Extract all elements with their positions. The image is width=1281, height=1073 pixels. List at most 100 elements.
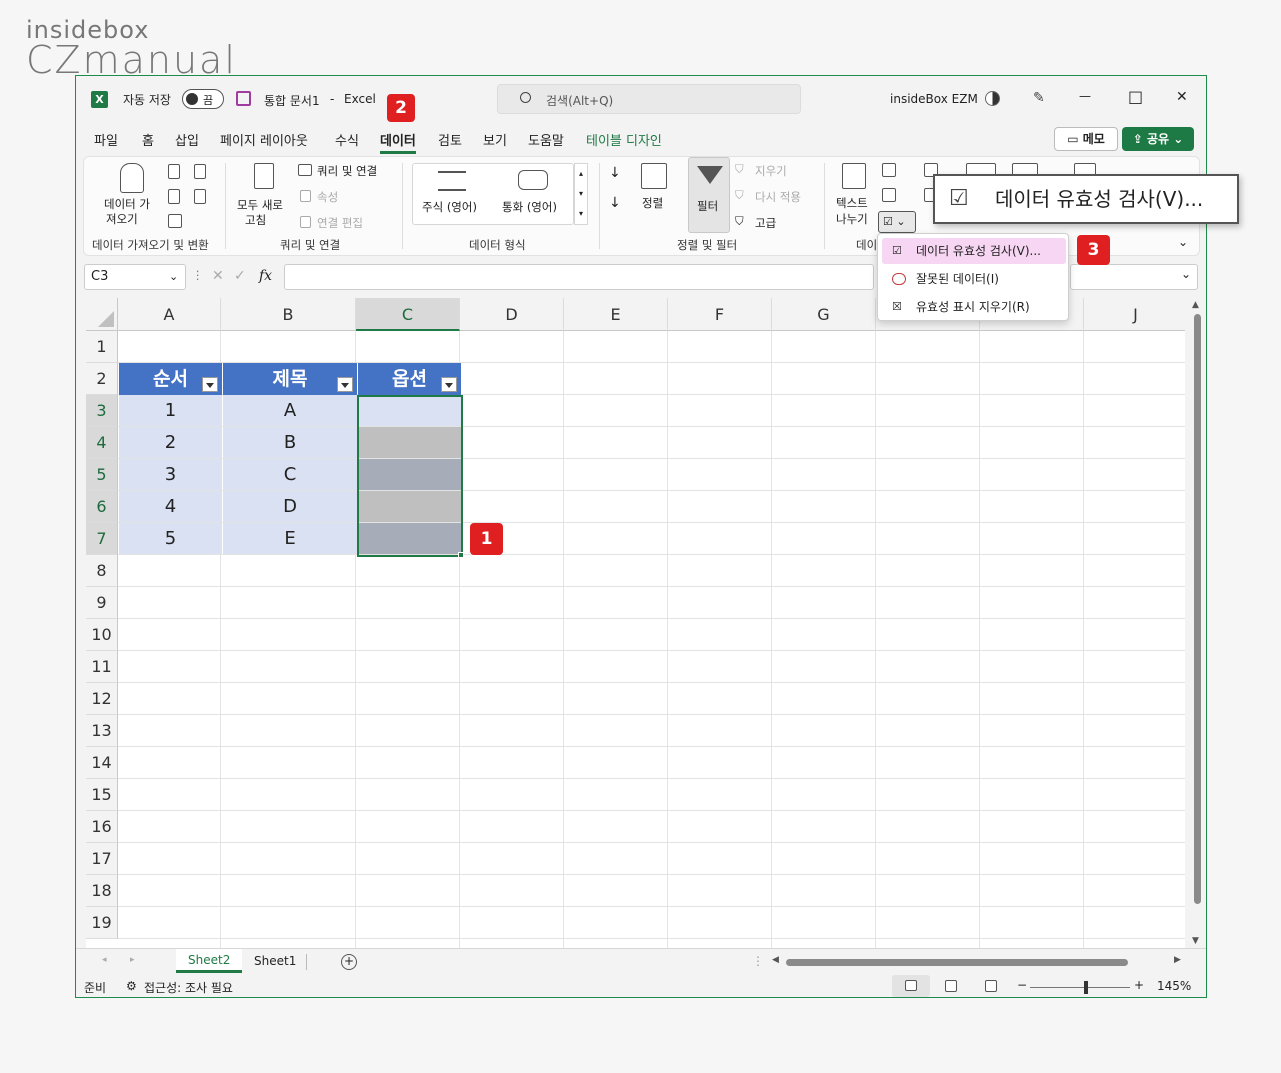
row-header-5[interactable]: 5 [86,459,118,491]
zoom-level[interactable]: 145% [1157,979,1191,993]
row-header-6[interactable]: 6 [86,491,118,523]
hscroll-left-icon[interactable]: ◀ [772,955,779,965]
table-cell[interactable]: 5 [119,523,222,554]
accessibility-status[interactable]: 접근성: 조사 필요 [144,979,233,996]
minimize-button[interactable]: — [1079,89,1091,103]
table-cell[interactable]: C [223,459,357,490]
row-header-4[interactable]: 4 [86,427,118,459]
memo-button[interactable]: ▭ 메모 [1054,127,1118,151]
from-web-icon[interactable] [194,164,206,179]
sheet-tab-active[interactable]: Sheet2 [176,949,242,973]
tab-scroll-right-icon[interactable]: ▸ [130,955,135,965]
tab-help[interactable]: 도움말 [528,130,564,149]
tab-review[interactable]: 검토 [438,130,462,149]
ribbon-collapse-icon[interactable]: ⌄ [1178,235,1188,249]
vertical-scroll-thumb[interactable] [1194,314,1201,904]
close-button[interactable]: ✕ [1176,89,1188,105]
tab-table-design[interactable]: 테이블 디자인 [586,130,662,149]
hscroll-right-icon[interactable]: ▶ [1174,955,1181,965]
row-header-8[interactable]: 8 [86,555,118,587]
pen-icon[interactable]: ✎ [1033,90,1049,106]
sort-ascending-icon[interactable]: ↓ [609,165,621,181]
table-cell[interactable]: E [223,523,357,554]
tab-view[interactable]: 보기 [483,130,507,149]
row-header-10[interactable]: 10 [86,619,118,651]
name-box[interactable]: C3 ⌄ [84,264,186,290]
tab-file[interactable]: 파일 [94,130,118,149]
formula-bar-options-icon[interactable]: ⋮ [192,268,204,282]
search-box[interactable]: 검색(Alt+Q) [497,84,801,114]
autosave-toggle[interactable]: 끔 [182,89,224,109]
accessibility-icon[interactable]: ⚙ [126,979,137,993]
remove-duplicates-icon[interactable] [882,188,896,202]
table-cell[interactable]: A [223,395,357,426]
row-header-1[interactable]: 1 [86,331,118,363]
row-header-18[interactable]: 18 [86,875,118,907]
sheet-tab-sheet1[interactable]: Sheet1 [254,954,296,968]
gallery-scroll[interactable]: ▴ ▾ ▾ [574,163,588,225]
row-header-11[interactable]: 11 [86,651,118,683]
row-header-7[interactable]: 7 [86,523,118,555]
flash-fill-icon[interactable] [882,163,896,177]
scroll-up-icon[interactable]: ▲ [1192,300,1199,310]
edit-links-button[interactable]: 연결 편집 [317,215,363,231]
properties-button[interactable]: 속성 [317,189,338,205]
row-header-3[interactable]: 3 [86,395,118,427]
row-header-16[interactable]: 16 [86,811,118,843]
table-cell[interactable]: 2 [119,427,222,458]
tab-formulas[interactable]: 수식 [335,130,359,149]
filter-dropdown-icon[interactable] [202,377,218,392]
worksheet-grid[interactable]: ABCDEFGHIJ 12345678910111213141516171819… [86,298,1185,948]
table-cell[interactable]: 4 [119,491,222,522]
stocks-button[interactable]: 주식 (영어) [422,199,477,215]
column-header-d[interactable]: D [460,298,564,331]
sort-button[interactable]: 정렬 [642,195,663,211]
formula-input-right[interactable]: ⌄ [1070,264,1198,290]
clear-filter-button[interactable]: 지우기 [755,163,787,179]
zoom-out-button[interactable]: − [1017,978,1027,992]
filter-dropdown-icon[interactable] [337,377,353,392]
account-avatar-icon[interactable] [985,91,1000,106]
column-header-g[interactable]: G [772,298,876,331]
row-header-9[interactable]: 9 [86,587,118,619]
page-break-view-icon[interactable] [985,980,997,992]
share-button[interactable]: ⇪ 공유 ⌄ [1122,127,1194,151]
get-data-label-1[interactable]: 데이터 가 [104,196,150,212]
from-table-icon[interactable] [168,189,180,204]
row-header-2[interactable]: 2 [86,363,118,395]
save-icon[interactable] [236,91,251,106]
column-header-c[interactable]: C [356,298,460,331]
zoom-slider-thumb[interactable] [1084,981,1088,994]
insert-function-icon[interactable]: fx [259,268,272,284]
row-header-19[interactable]: 19 [86,907,118,939]
queries-connections-button[interactable]: 쿼리 및 연결 [317,163,377,179]
reapply-button[interactable]: 다시 적용 [755,189,801,205]
tab-scroll-left-icon[interactable]: ◂ [102,955,107,965]
column-header-b[interactable]: B [221,298,356,331]
tab-data[interactable]: 데이터 [380,130,416,154]
tab-home[interactable]: 홈 [142,130,154,149]
table-cell[interactable]: 3 [119,459,222,490]
scroll-down-icon[interactable]: ▼ [1192,936,1199,946]
add-sheet-button[interactable]: + [341,954,357,970]
column-header-a[interactable]: A [118,298,221,331]
filter-dropdown-icon[interactable] [441,377,457,392]
sort-descending-icon[interactable]: ↓ [609,195,621,211]
formula-input[interactable] [284,264,874,290]
horizontal-scroll-thumb[interactable] [786,959,1128,966]
fill-handle[interactable] [458,552,464,558]
column-header-f[interactable]: F [668,298,772,331]
tab-insert[interactable]: 삽입 [175,130,199,149]
text-to-columns-label-2[interactable]: 나누기 [836,211,868,227]
advanced-filter-button[interactable]: 고급 [755,215,776,231]
maximize-button[interactable]: □ [1128,87,1143,106]
menu-item-circle-invalid[interactable]: 잘못된 데이터(I) [882,266,1066,292]
zoom-slider-track[interactable] [1030,987,1130,988]
tab-page-layout[interactable]: 페이지 레이아웃 [220,130,308,149]
column-header-e[interactable]: E [564,298,668,331]
normal-view-button[interactable] [892,975,930,997]
table-cell[interactable]: B [223,427,357,458]
table-cell[interactable]: 1 [119,395,222,426]
vertical-scrollbar[interactable]: ▲ ▼ [1189,298,1207,948]
row-header-17[interactable]: 17 [86,843,118,875]
